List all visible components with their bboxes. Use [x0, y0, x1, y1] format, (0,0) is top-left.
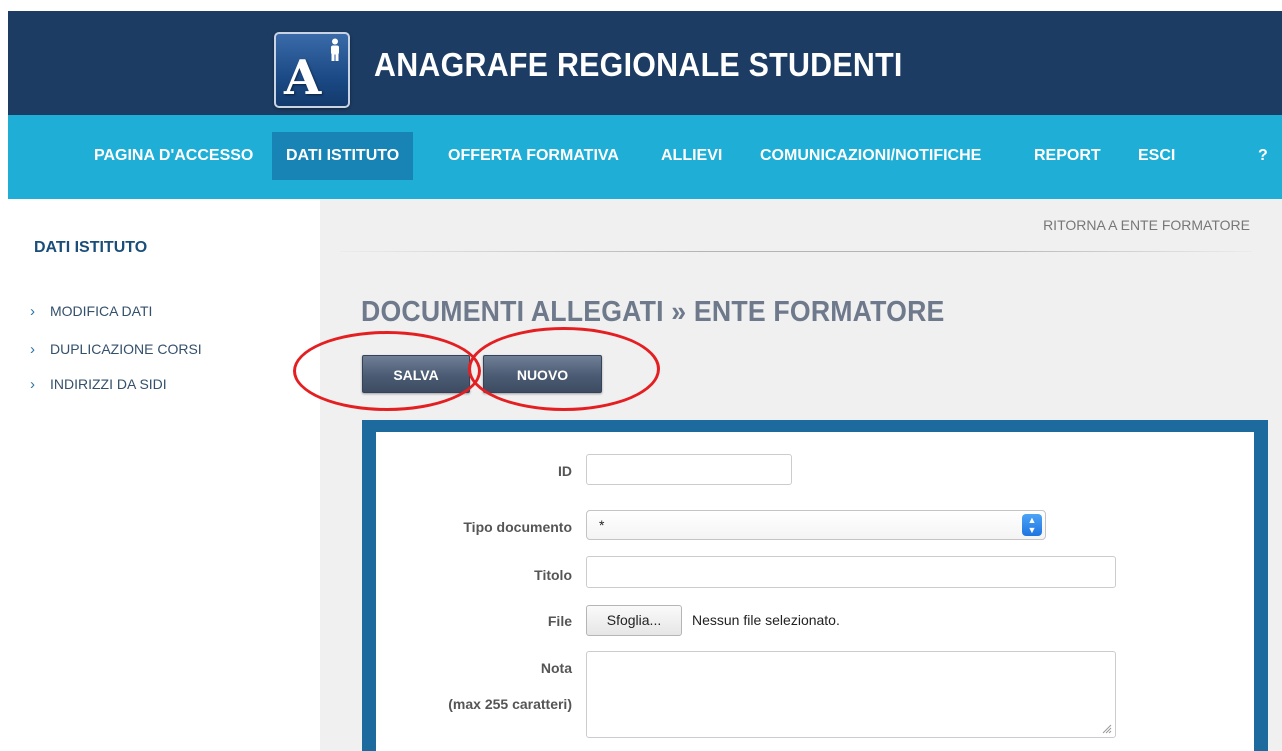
- main-content: RITORNA A ENTE FORMATORE DOCUMENTI ALLEG…: [293, 199, 1282, 751]
- document-form-frame: ID Tipo documento * ▲ ▼ Titolo File Sfogl…: [362, 420, 1268, 751]
- page-title: DOCUMENTI ALLEGATI » ENTE FORMATORE: [361, 296, 945, 328]
- sidebar-item-modifica-dati[interactable]: › MODIFICA DATI: [30, 303, 152, 320]
- nav-item-allievi[interactable]: ALLIEVI: [647, 132, 736, 180]
- app-header: A ANAGRAFE REGIONALE STUDENTI: [8, 11, 1282, 115]
- chevron-right-icon: ›: [30, 376, 35, 393]
- nav-item-pagina-accesso[interactable]: PAGINA D'ACCESSO: [80, 132, 267, 180]
- file-label: File: [547, 613, 572, 629]
- sidebar-item-label: INDIRIZZI DA SIDI: [50, 376, 167, 392]
- nav-item-esci[interactable]: ESCI: [1124, 132, 1189, 180]
- document-form: ID Tipo documento * ▲ ▼ Titolo File Sfogl…: [376, 432, 1254, 751]
- sidebar-item-label: DUPLICAZIONE CORSI: [50, 341, 202, 357]
- nav-item-help[interactable]: ?: [1248, 132, 1278, 180]
- nav-item-comunicazioni[interactable]: COMUNICAZIONI/NOTIFICHE: [746, 132, 995, 180]
- nav-item-dati-istituto[interactable]: DATI ISTITUTO: [272, 132, 414, 180]
- nota-label: Nota: [540, 660, 572, 676]
- sidebar: DATI ISTITUTO › MODIFICA DATI › DUPLICAZIO…: [8, 199, 320, 751]
- nota-hint: (max 255 caratteri): [448, 696, 572, 712]
- tipo-documento-select[interactable]: * ▲ ▼: [586, 510, 1046, 540]
- sidebar-item-indirizzi-sidi[interactable]: › INDIRIZZI DA SIDI: [30, 376, 167, 393]
- sidebar-item-duplicazione-corsi[interactable]: › DUPLICAZIONE CORSI: [30, 341, 202, 358]
- nav-item-offerta-formativa[interactable]: OFFERTA FORMATIVA: [434, 132, 633, 180]
- select-arrows-icon: ▲ ▼: [1022, 514, 1042, 536]
- person-icon: [331, 38, 339, 61]
- logo-letter: A: [284, 50, 322, 106]
- nota-textarea[interactable]: [586, 651, 1116, 738]
- id-field[interactable]: [586, 454, 792, 485]
- file-status-text: Nessun file selezionato.: [692, 612, 840, 628]
- id-label: ID: [558, 463, 572, 479]
- app-logo: A: [274, 32, 350, 108]
- nav-item-report[interactable]: REPORT: [1020, 132, 1115, 180]
- tipo-documento-label: Tipo documento: [463, 519, 572, 535]
- titolo-field[interactable]: [586, 556, 1116, 588]
- resize-grip-icon[interactable]: [1102, 724, 1112, 734]
- new-button[interactable]: NUOVO: [483, 355, 602, 393]
- titolo-label: Titolo: [534, 567, 572, 583]
- main-nav: PAGINA D'ACCESSO DATI ISTITUTO OFFERTA F…: [8, 115, 1282, 199]
- save-button[interactable]: SALVA: [362, 355, 470, 393]
- browse-file-button[interactable]: Sfoglia...: [586, 605, 682, 636]
- divider: [340, 251, 1252, 252]
- sidebar-item-label: MODIFICA DATI: [50, 303, 153, 319]
- app-title: ANAGRAFE REGIONALE STUDENTI: [374, 46, 903, 83]
- tipo-documento-value: *: [599, 517, 605, 533]
- chevron-right-icon: ›: [30, 303, 35, 320]
- chevron-right-icon: ›: [30, 341, 35, 358]
- sidebar-title: DATI ISTITUTO: [34, 239, 148, 256]
- back-to-ente-link[interactable]: RITORNA A ENTE FORMATORE: [1043, 217, 1250, 233]
